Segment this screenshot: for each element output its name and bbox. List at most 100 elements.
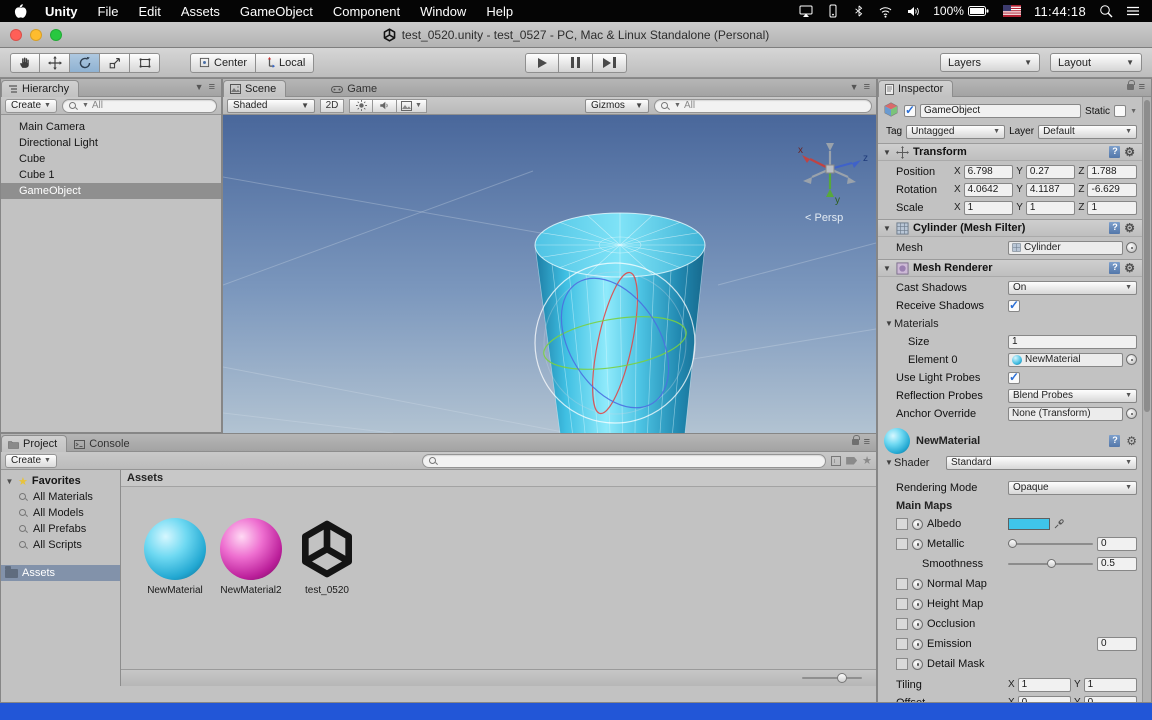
gizmo-axis-x-label[interactable]: x bbox=[798, 145, 803, 156]
play-button[interactable] bbox=[525, 52, 559, 73]
offset-x-field[interactable]: 0 bbox=[1017, 695, 1071, 702]
help-book-icon[interactable] bbox=[1109, 262, 1121, 274]
foldout-icon[interactable]: ▼ bbox=[5, 477, 14, 486]
hierarchy-create-button[interactable]: Create ▼ bbox=[5, 98, 57, 113]
airplay-icon[interactable] bbox=[799, 4, 813, 18]
space-toggle-button[interactable]: Local bbox=[256, 52, 315, 73]
texture-picker-icon[interactable] bbox=[912, 538, 923, 550]
bluetooth-icon[interactable] bbox=[853, 4, 865, 18]
tag-dropdown[interactable]: Untagged ▼ bbox=[906, 124, 1006, 139]
gear-icon[interactable]: ⚙ bbox=[1124, 146, 1135, 158]
project-breadcrumb[interactable]: Assets bbox=[121, 470, 876, 487]
texture-slot[interactable] bbox=[896, 618, 908, 630]
foldout-icon[interactable]: ▼ bbox=[882, 148, 892, 157]
lock-icon[interactable] bbox=[1126, 80, 1135, 90]
hierarchy-item-main-camera[interactable]: Main Camera bbox=[1, 119, 221, 135]
object-picker-icon[interactable] bbox=[1126, 242, 1137, 253]
tab-project[interactable]: Project bbox=[1, 435, 68, 452]
metallic-value-field[interactable]: 0 bbox=[1097, 537, 1137, 551]
gizmos-dropdown[interactable]: Gizmos ▼ bbox=[585, 98, 649, 113]
menu-unity[interactable]: Unity bbox=[35, 0, 88, 22]
apple-menu-icon[interactable] bbox=[12, 3, 35, 19]
menu-gameobject[interactable]: GameObject bbox=[230, 0, 323, 22]
texture-picker-icon[interactable] bbox=[912, 638, 923, 650]
tab-game[interactable]: Game bbox=[324, 80, 387, 97]
window-titlebar[interactable]: test_0520.unity - test_0527 - PC, Mac & … bbox=[0, 22, 1152, 48]
menu-window[interactable]: Window bbox=[410, 0, 476, 22]
pause-button[interactable] bbox=[559, 52, 593, 73]
step-button[interactable] bbox=[593, 52, 627, 73]
materials-foldout-row[interactable]: ▼ Materials bbox=[882, 315, 1137, 332]
foldout-icon[interactable]: ▼ bbox=[884, 319, 894, 328]
asset-newmaterial2[interactable]: NewMaterial2 bbox=[213, 517, 289, 596]
draw-mode-dropdown[interactable]: Shaded ▼ bbox=[227, 98, 315, 113]
smoothness-value-field[interactable]: 0.5 bbox=[1097, 557, 1137, 571]
texture-picker-icon[interactable] bbox=[912, 598, 923, 610]
wifi-icon[interactable] bbox=[878, 5, 893, 18]
tab-inspector[interactable]: Inspector bbox=[878, 80, 954, 97]
hierarchy-item-cube-1[interactable]: Cube 1 bbox=[1, 167, 221, 183]
material-preview-sphere[interactable] bbox=[884, 428, 910, 454]
mesh-renderer-header[interactable]: ▼ Mesh Renderer ⚙ bbox=[878, 259, 1151, 277]
albedo-color-swatch[interactable] bbox=[1008, 518, 1050, 530]
battery-icon[interactable] bbox=[967, 5, 990, 17]
metallic-slider[interactable] bbox=[1008, 537, 1093, 551]
gear-icon[interactable]: ⚙ bbox=[1124, 222, 1135, 234]
inspector-scrollbar[interactable] bbox=[1142, 97, 1151, 702]
foldout-icon[interactable]: ▼ bbox=[882, 264, 892, 273]
effects-dropdown-button[interactable]: ▼ bbox=[397, 98, 427, 113]
hierarchy-item-cube[interactable]: Cube bbox=[1, 151, 221, 167]
menu-edit[interactable]: Edit bbox=[128, 0, 170, 22]
assets-folder-row[interactable]: Assets bbox=[1, 565, 120, 581]
light-probes-checkbox[interactable] bbox=[1008, 370, 1020, 384]
menu-help[interactable]: Help bbox=[476, 0, 523, 22]
hierarchy-panel-menu-icon[interactable]: ▼ ≡ bbox=[195, 81, 221, 96]
gizmo-axis-z-label[interactable]: z bbox=[863, 153, 868, 164]
active-checkbox[interactable] bbox=[904, 103, 916, 117]
project-create-button[interactable]: Create ▼ bbox=[5, 453, 57, 468]
search-filter-dropdown-icon[interactable]: ▼ bbox=[674, 102, 681, 109]
search-filter-dropdown-icon[interactable]: ▼ bbox=[82, 102, 89, 109]
texture-slot[interactable] bbox=[896, 538, 908, 550]
emission-value-field[interactable]: 0 bbox=[1097, 637, 1137, 651]
favorite-all-scripts[interactable]: All Scripts bbox=[1, 537, 120, 553]
cast-shadows-dropdown[interactable]: On ▼ bbox=[1008, 280, 1137, 295]
favorite-all-materials[interactable]: All Materials bbox=[1, 489, 120, 505]
gear-icon[interactable]: ⚙ bbox=[1126, 435, 1137, 447]
rotation-y-field[interactable]: 4.1187 bbox=[1025, 182, 1076, 197]
lock-icon[interactable] bbox=[851, 435, 860, 445]
volume-icon[interactable] bbox=[906, 5, 920, 18]
minimize-button[interactable] bbox=[30, 29, 42, 41]
pivot-toggle-button[interactable]: Center bbox=[190, 52, 257, 73]
scale-tool-button[interactable] bbox=[100, 52, 130, 73]
shader-dropdown[interactable]: Standard ▼ bbox=[946, 455, 1137, 470]
help-book-icon[interactable] bbox=[1109, 435, 1121, 447]
object-picker-icon[interactable] bbox=[1126, 408, 1137, 419]
project-search-input[interactable] bbox=[421, 453, 827, 468]
save-search-icon[interactable]: ★ bbox=[862, 454, 872, 467]
texture-picker-icon[interactable] bbox=[912, 618, 923, 630]
element0-object-field[interactable]: NewMaterial bbox=[1008, 352, 1123, 367]
mesh-object-field[interactable]: Cylinder bbox=[1008, 240, 1123, 255]
search-by-label-icon[interactable] bbox=[846, 456, 858, 465]
gameobject-name-field[interactable]: GameObject bbox=[920, 104, 1082, 118]
scale-z-field[interactable]: 1 bbox=[1087, 200, 1137, 215]
texture-slot[interactable] bbox=[896, 578, 908, 590]
texture-slot[interactable] bbox=[896, 598, 908, 610]
help-book-icon[interactable] bbox=[1109, 146, 1121, 158]
object-picker-icon[interactable] bbox=[1126, 354, 1137, 365]
asset-test-0520[interactable]: test_0520 bbox=[289, 517, 365, 596]
menu-component[interactable]: Component bbox=[323, 0, 410, 22]
tiling-x-field[interactable]: 1 bbox=[1017, 677, 1071, 692]
asset-newmaterial[interactable]: NewMaterial bbox=[137, 517, 213, 596]
texture-picker-icon[interactable] bbox=[912, 518, 923, 530]
layout-dropdown[interactable]: Layout ▼ bbox=[1050, 53, 1142, 72]
rendering-mode-dropdown[interactable]: Opaque ▼ bbox=[1008, 480, 1137, 495]
reflection-probes-dropdown[interactable]: Blend Probes ▼ bbox=[1008, 388, 1137, 403]
hierarchy-search-input[interactable]: ▼ All bbox=[61, 98, 217, 113]
inspector-panel-menu-icon[interactable]: ≡ bbox=[1139, 81, 1145, 93]
scale-y-field[interactable]: 1 bbox=[1025, 200, 1076, 215]
spotlight-icon[interactable] bbox=[1099, 4, 1113, 18]
favorite-all-prefabs[interactable]: All Prefabs bbox=[1, 521, 120, 537]
position-x-field[interactable]: 6.798 bbox=[963, 164, 1014, 179]
